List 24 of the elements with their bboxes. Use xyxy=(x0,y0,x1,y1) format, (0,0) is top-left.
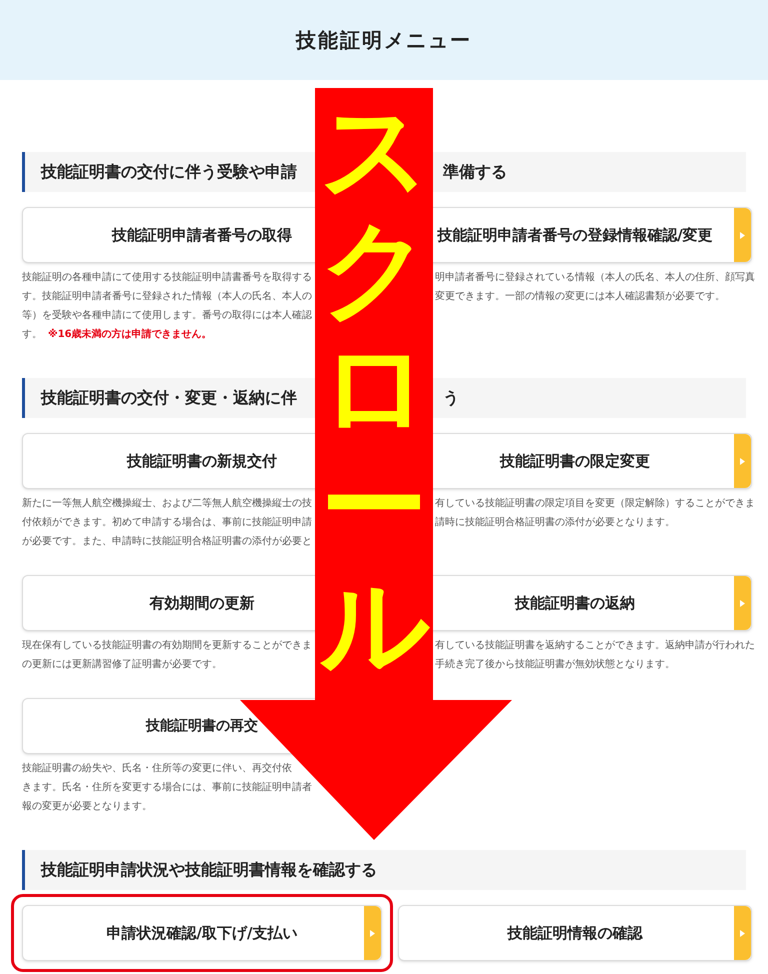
section-title-tail: 準備する xyxy=(443,161,507,183)
card-description: の更新には更新講習修了証明書が必要です。 xyxy=(22,658,222,672)
card-description: が必要です。また、申請時に技能証明合格証明書の添付が必要と xyxy=(22,534,312,549)
card-description: 有している技能証明書の限定項目を変更（限定解除）することができま xyxy=(435,496,755,511)
card-description: 明申請者番号に登録されている情報（本人の氏名、本人の住所、顔写真 xyxy=(435,270,755,285)
card-description: 新たに一等無人航空機操縦士、および二等無人航空機操縦士の技 xyxy=(22,496,312,511)
card-description: 技能証明の各種申請にて使用する技能証明申請書番号を取得する xyxy=(22,270,312,285)
card-description: す。 ※16歳未満の方は申請できません。 xyxy=(22,327,212,342)
card-description: きます。氏名・住所を変更する場合には、事前に技能証明申請者 xyxy=(22,780,312,795)
card-description: 変更できます。一部の情報の変更には本人確認書類が必要です。 xyxy=(435,290,725,304)
card-description: 技能証明書の紛失や、氏名・住所等の変更に伴い、再交付依 xyxy=(22,762,292,776)
section-title: 技能証明書の交付に伴う受験や申請 xyxy=(41,161,298,183)
section-title-tail: う xyxy=(443,387,459,409)
card-description: 請時に技能証明合格証明書の添付が必要となります。 xyxy=(435,516,675,530)
card-description: 報の変更が必要となります。 xyxy=(22,800,152,814)
card-description: 付依頼ができます。初めて申請する場合は、事前に技能証明申請 xyxy=(22,516,312,530)
card-description: 手続き完了後から技能証明書が無効状態となります。 xyxy=(435,658,675,672)
card-description: す。技能証明申請者番号に登録された情報（本人の氏名、本人の xyxy=(22,290,312,304)
card-description: 有している技能証明書を返納することができます。返納申請が行われた xyxy=(435,638,755,653)
section-title: 技能証明申請状況や技能証明書情報を確認する xyxy=(41,859,377,881)
card-description: 等）を受験や各種申請にて使用します。番号の取得には本人確認 xyxy=(22,308,312,323)
card-description: 現在保有している技能証明書の有効期間を更新することができま xyxy=(22,638,312,653)
section-title: 技能証明書の交付・変更・返納に伴 xyxy=(41,387,298,409)
page-title: 技能証明メニュー xyxy=(296,27,472,54)
